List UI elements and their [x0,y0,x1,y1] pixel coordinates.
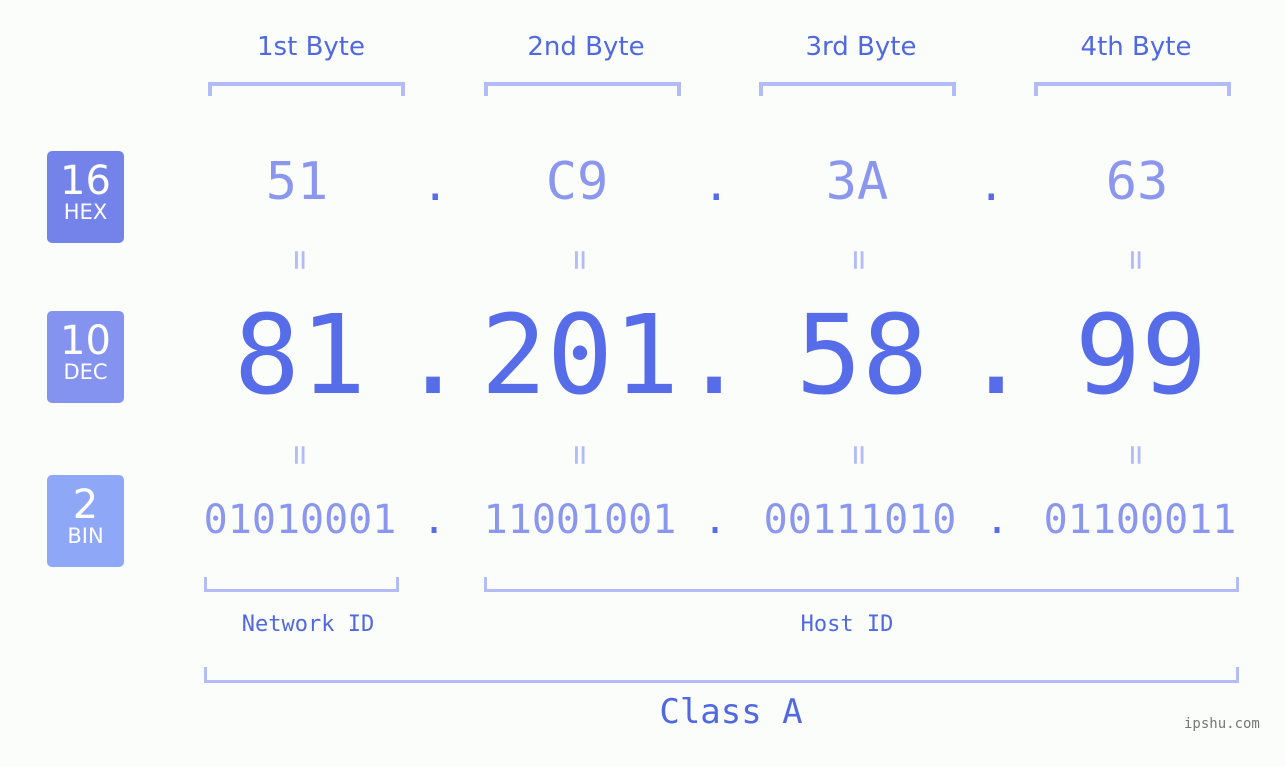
network-id-label: Network ID [241,612,375,637]
equals-sign: = [560,249,600,271]
bin-separator-2: . [703,497,728,543]
hex-byte-2: C9 [545,152,609,212]
bin-byte-1: 01010001 [203,497,397,543]
bin-byte-2: 11001001 [483,497,677,543]
dec-base-number: 10 [60,318,111,364]
bin-base-label: BIN [67,524,104,548]
dec-base-label: DEC [63,360,108,384]
bin-byte-3: 00111010 [763,497,957,543]
dec-separator-2: . [681,291,748,419]
equals-sign: = [1116,249,1156,271]
hex-separator-2: . [703,160,730,211]
bin-byte-4: 01100011 [1043,497,1237,543]
bin-separator-1: . [422,497,447,543]
bin-base-number: 2 [72,482,99,528]
hex-badge: 16 HEX [47,151,124,243]
byte-bracket-1 [208,82,405,96]
equals-sign: = [280,249,320,271]
dec-separator-3: . [963,291,1030,419]
byte-label-4: 4th Byte [1080,32,1192,62]
hex-base-number: 16 [60,158,111,204]
host-id-bracket [484,577,1239,592]
equals-sign: = [280,444,320,466]
class-bracket [204,667,1239,683]
dec-byte-2: 201 [480,291,680,419]
equals-sign: = [839,249,879,271]
byte-bracket-2 [484,82,681,96]
hex-separator-3: . [978,160,1005,211]
dec-byte-4: 99 [1074,291,1208,419]
hex-byte-4: 63 [1105,152,1169,212]
dec-byte-1: 81 [233,291,367,419]
hex-byte-1: 51 [265,152,329,212]
hex-base-label: HEX [63,200,108,224]
bin-separator-3: . [985,497,1010,543]
watermark: ipshu.com [1184,716,1260,732]
byte-label-3: 3rd Byte [805,32,917,62]
hex-separator-1: . [422,160,449,211]
byte-label-1: 1st Byte [257,32,365,62]
equals-sign: = [560,444,600,466]
byte-label-2: 2nd Byte [527,32,645,62]
equals-sign: = [1116,444,1156,466]
network-id-bracket [204,577,399,592]
hex-byte-3: 3A [825,152,889,212]
dec-separator-1: . [400,291,467,419]
class-label: Class A [659,692,803,732]
bin-badge: 2 BIN [47,475,124,567]
dec-badge: 10 DEC [47,311,124,403]
byte-bracket-3 [759,82,956,96]
byte-bracket-4 [1034,82,1231,96]
dec-byte-3: 58 [795,291,929,419]
host-id-label: Host ID [800,612,894,637]
equals-sign: = [839,444,879,466]
